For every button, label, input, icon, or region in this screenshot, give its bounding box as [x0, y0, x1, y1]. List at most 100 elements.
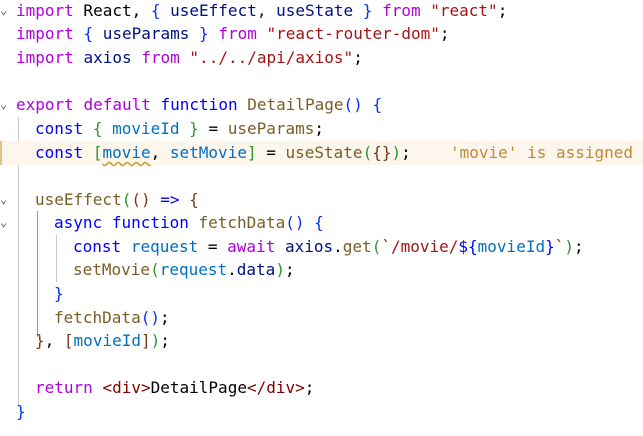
token-constant: request: [130, 237, 199, 256]
token-text: ,: [150, 143, 170, 162]
code-line-13[interactable]: }, [movieId]);: [0, 329, 643, 353]
token-text: .: [227, 260, 237, 279]
token-keyword: export: [16, 95, 74, 114]
token-bracket: (): [285, 213, 305, 232]
fold-chevron-icon[interactable]: ⌄: [0, 95, 10, 113]
code-line-7[interactable]: ⌄ useEffect(() => {: [0, 188, 643, 212]
token-bracket: (: [121, 190, 132, 209]
token-template-delim: ${: [458, 237, 478, 256]
code-line-4[interactable]: ⌄ export default function DetailPage() {: [0, 93, 643, 117]
token-tag-bracket: >: [295, 378, 305, 397]
token-constant: request: [159, 260, 228, 279]
token-bracket: {}: [372, 143, 392, 162]
code-line-5[interactable]: const { movieId } = useParams;: [0, 117, 643, 141]
token-tag: div: [112, 378, 141, 397]
token-keyword: const: [35, 119, 84, 138]
token-bracket: {: [372, 95, 383, 114]
code-line-2[interactable]: import { useParams } from "react-router-…: [0, 22, 643, 46]
token-bracket: {: [314, 213, 324, 232]
token-keyword: function: [160, 95, 238, 114]
token-string: `: [554, 237, 565, 256]
token-text: ;: [304, 378, 315, 397]
token-bracket: (): [140, 308, 160, 327]
code-line-8[interactable]: ⌄ async function fetchData() {: [0, 211, 643, 235]
token-text: ;: [439, 24, 450, 43]
token-bracket: (: [150, 260, 160, 279]
token-keyword: const: [73, 237, 122, 256]
token-text: .: [333, 237, 343, 256]
token-text: ;: [497, 1, 508, 20]
token-constant: movieId: [112, 119, 180, 138]
token-keyword: import: [16, 1, 74, 20]
token-tag: div: [266, 378, 296, 397]
token-text: DetailPage: [150, 378, 247, 397]
token-bracket: ): [150, 331, 161, 350]
code-line-3[interactable]: import axios from "../../api/axios";: [0, 46, 643, 70]
token-function: useParams: [227, 119, 315, 138]
fold-chevron-icon[interactable]: ⌄: [0, 213, 10, 231]
token-unused-variable[interactable]: movie: [102, 143, 150, 162]
token-function: get: [342, 237, 372, 256]
token-constant: setMovie: [169, 143, 247, 162]
code-line-11[interactable]: }: [0, 282, 643, 306]
token-text: ;: [159, 308, 170, 327]
token-bracket: [: [63, 331, 74, 350]
token-constant: movieId: [73, 331, 141, 350]
token-keyword: default: [83, 95, 151, 114]
token-text: ;: [314, 119, 325, 138]
token-text: ;: [353, 48, 363, 67]
token-keyword: import: [16, 48, 74, 67]
token-keyword: from: [382, 1, 421, 20]
token-bracket: (: [371, 237, 382, 256]
token-bracket: }: [54, 284, 64, 303]
token-keyword: async: [54, 213, 103, 232]
token-keyword: return: [35, 378, 93, 397]
token-bracket: ]: [246, 143, 257, 162]
token-text: ;: [401, 143, 411, 162]
token-template-delim: }: [545, 237, 555, 256]
token-function: useState: [285, 143, 363, 162]
fold-chevron-icon[interactable]: ⌄: [0, 190, 10, 208]
token-bracket: (: [362, 143, 373, 162]
token-string: "../../api/axios": [189, 48, 354, 67]
code-editor[interactable]: ⌄ import React, { useEffect, useState } …: [0, 0, 643, 436]
token-string: `/movie/: [381, 237, 459, 256]
token-bracket: }: [362, 1, 373, 20]
code-line-10[interactable]: setMovie(request.data);: [0, 258, 643, 282]
token-bracket: }: [189, 119, 199, 138]
fold-chevron-icon[interactable]: ⌄: [0, 1, 10, 19]
token-bracket: }: [199, 24, 209, 43]
code-line-12[interactable]: fetchData();: [0, 306, 643, 330]
token-variable: useEffect, useState: [160, 1, 363, 20]
token-keyword: await: [227, 237, 276, 256]
code-line-15[interactable]: }: [0, 400, 643, 424]
token-function: setMovie: [73, 260, 151, 279]
code-line-1[interactable]: ⌄ import React, { useEffect, useState } …: [0, 0, 643, 23]
code-line-14[interactable]: return <div>DetailPage</div>;: [0, 376, 643, 400]
token-variable: useParams: [93, 24, 200, 43]
token-text: ;: [160, 331, 170, 350]
token-bracket: ): [564, 237, 575, 256]
token-keyword: function: [111, 213, 189, 232]
token-bracket: (): [343, 95, 363, 114]
token-function: DetailPage: [247, 95, 344, 114]
token-bracket: }: [35, 331, 45, 350]
token-text: =: [198, 237, 228, 256]
code-line-9[interactable]: const request = await axios.get(`/movie/…: [0, 235, 643, 259]
inline-diagnostic-message[interactable]: 'movie' is assigned: [450, 141, 633, 165]
token-tag-bracket: </: [246, 378, 267, 397]
token-function: fetchData: [198, 213, 286, 232]
token-variable: data: [236, 260, 276, 279]
token-bracket: }: [16, 402, 26, 421]
token-bracket: (): [131, 190, 151, 209]
token-variable: axios: [83, 48, 132, 67]
token-tag-bracket: >: [140, 378, 151, 397]
token-bracket: {: [150, 1, 161, 20]
token-bracket: ): [275, 260, 285, 279]
token-constant: movieId: [477, 237, 546, 256]
token-keyword: from: [141, 48, 180, 67]
token-text: ;: [574, 237, 584, 256]
code-line-6-warning[interactable]: const [movie, setMovie] = useState({}); …: [0, 141, 643, 165]
token-bracket: {: [83, 24, 94, 43]
token-string: "react-router-dom": [266, 24, 440, 43]
